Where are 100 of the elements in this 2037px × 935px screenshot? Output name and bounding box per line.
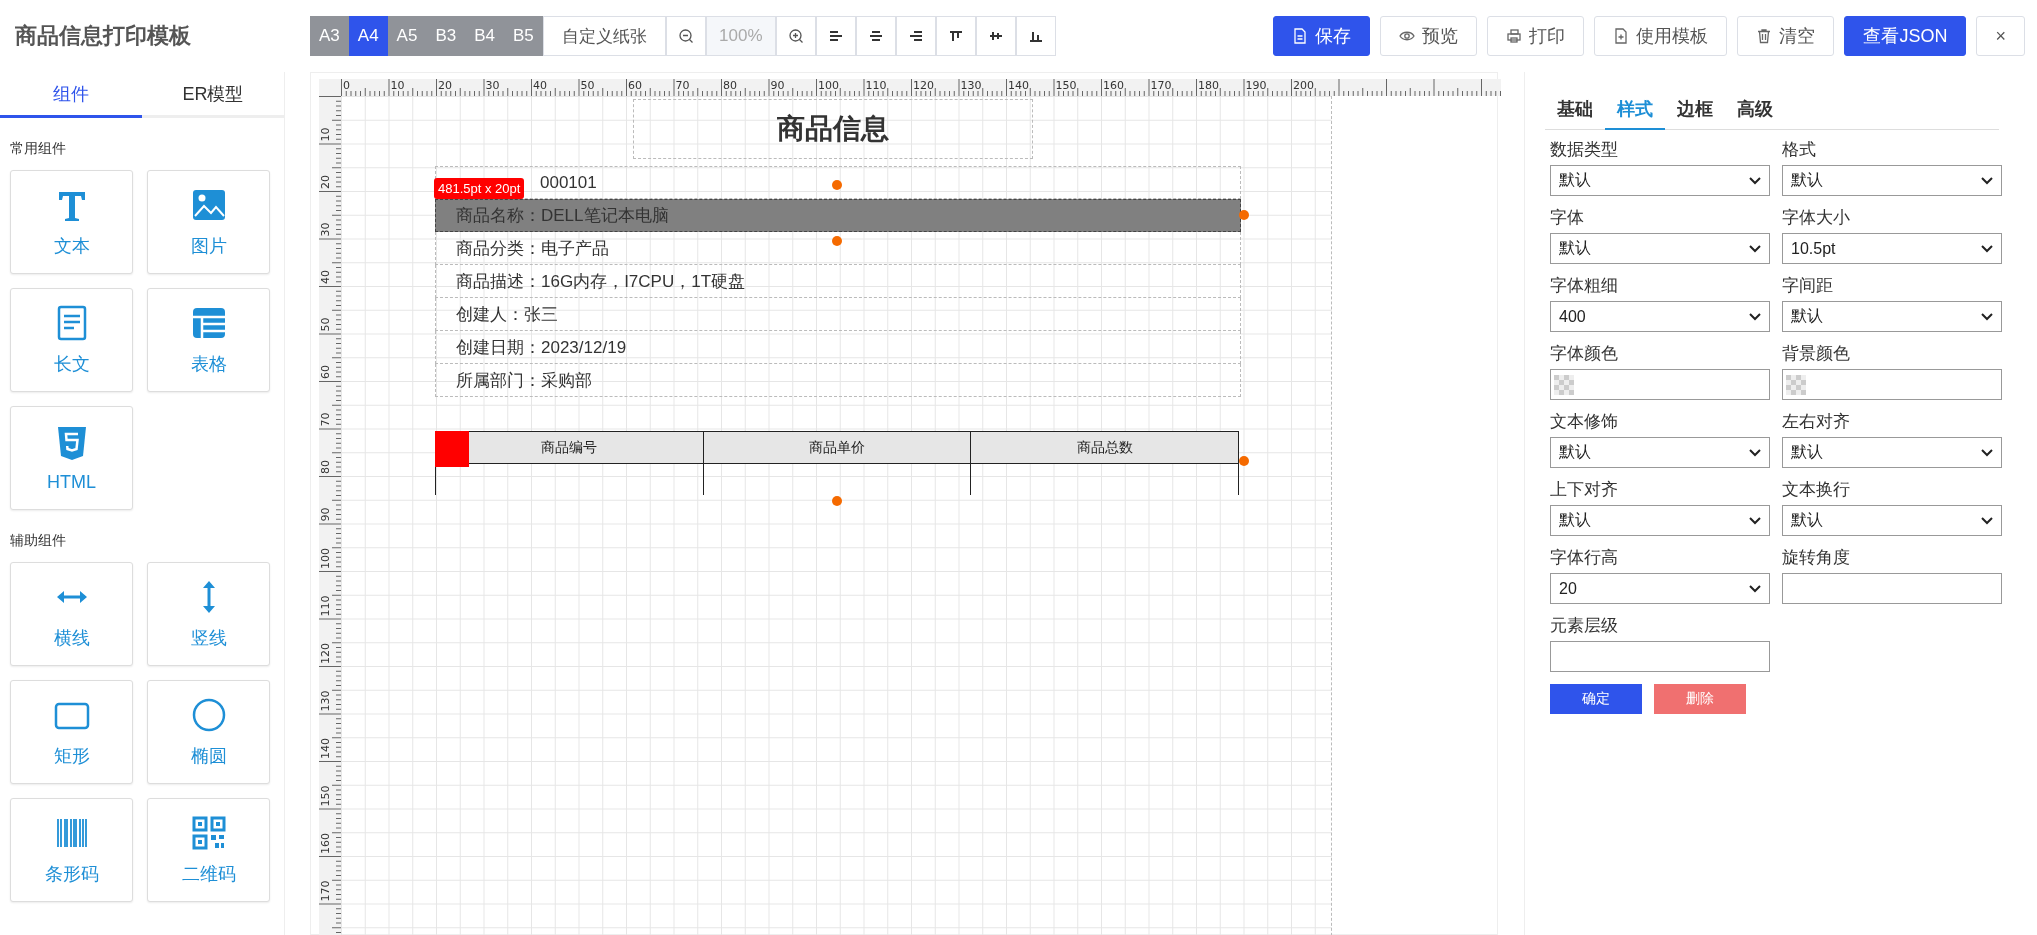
text-field-element[interactable]: 创建人：张三 <box>435 298 1241 331</box>
dropdown-field[interactable]: 400 <box>1550 301 1770 332</box>
text-field-element[interactable]: 商品描述：16G内存，I7CPU，1T硬盘 <box>435 265 1241 298</box>
ruler-label: 120 <box>319 643 332 664</box>
component-tile[interactable]: 文本 <box>10 170 133 274</box>
dropdown-field[interactable]: 默认 <box>1550 505 1770 536</box>
size-badge: 481.5pt x 20pt <box>434 178 525 199</box>
resize-handle[interactable] <box>1239 210 1249 220</box>
document-add-icon <box>1613 28 1630 44</box>
section-heading: 常用组件 <box>9 139 67 158</box>
align-bottom-button[interactable] <box>1015 16 1056 56</box>
field-label: 上下对齐 <box>1550 479 1619 501</box>
field-label: 字体粗细 <box>1550 275 1619 297</box>
ruler-label: 10 <box>319 127 332 142</box>
ruler-label: 160 <box>1103 79 1124 92</box>
sidebar-tab[interactable]: ER模型 <box>142 72 284 118</box>
ruler-label: 100 <box>818 79 839 92</box>
text-field-element[interactable]: 所属部门：采购部 <box>435 364 1241 397</box>
ruler-label: 50 <box>580 79 595 92</box>
input-field[interactable] <box>1550 641 1770 672</box>
zoom-out-button[interactable] <box>665 16 706 56</box>
print-button[interactable]: 打印 <box>1487 16 1585 56</box>
dropdown-field[interactable]: 10.5pt <box>1782 233 2002 264</box>
component-tile[interactable]: 表格 <box>147 288 270 392</box>
ruler-label: 130 <box>319 690 332 712</box>
field-label: 字间距 <box>1782 275 1834 297</box>
resize-handle[interactable] <box>1239 456 1249 466</box>
ruler-label: 60 <box>628 79 642 92</box>
sidebar-tab[interactable]: 组件 <box>0 72 142 118</box>
close-button[interactable]: × <box>1976 16 2025 56</box>
ruler-label: 110 <box>865 79 887 92</box>
dropdown-field[interactable]: 默认 <box>1782 165 2002 196</box>
dropdown-field[interactable]: 默认 <box>1782 505 2002 536</box>
dropdown-field[interactable]: 默认 <box>1550 233 1770 264</box>
ruler-label: 0 <box>343 79 350 92</box>
dropdown-field[interactable]: 默认 <box>1782 301 2002 332</box>
field-label: 字体颜色 <box>1550 343 1619 365</box>
chevron-down-icon <box>1749 312 1761 321</box>
horizontal-arrow-icon <box>56 591 87 603</box>
ruler-label: 160 <box>319 833 332 854</box>
component-tile[interactable]: 图片 <box>147 170 270 274</box>
view-json-button[interactable]: 查看JSON <box>1844 16 1967 56</box>
chevron-down-icon <box>1981 448 1993 457</box>
save-button[interactable]: 保存 <box>1273 16 1371 56</box>
ruler-label: 40 <box>533 79 547 92</box>
color-field[interactable] <box>1550 369 1770 400</box>
panel-tab[interactable]: 基础 <box>1545 90 1605 130</box>
text-field-element[interactable]: 创建日期：2023/12/19 <box>435 331 1241 364</box>
zoom-in-button[interactable] <box>775 16 816 56</box>
ruler-label: 90 <box>770 79 785 92</box>
resize-handle[interactable] <box>832 496 842 506</box>
ruler-label: 190 <box>1245 79 1267 92</box>
zoom-out-icon <box>678 29 693 43</box>
component-tile[interactable]: 横线 <box>10 562 133 666</box>
color-field[interactable] <box>1782 369 2002 400</box>
printer-icon <box>1506 28 1523 44</box>
ruler-label: 40 <box>319 270 332 284</box>
component-tile[interactable]: 矩形 <box>10 680 133 784</box>
table-drag-handle[interactable] <box>435 431 469 467</box>
align-right-button[interactable] <box>895 16 936 56</box>
vertical-arrow-icon <box>202 581 215 613</box>
ruler-label: 60 <box>319 365 332 379</box>
checkerboard-icon <box>1786 374 1806 395</box>
ruler-label: 170 <box>319 880 332 902</box>
field-label: 格式 <box>1782 139 1817 161</box>
template-title[interactable]: 商品信息 <box>633 99 1033 159</box>
confirm-button[interactable]: 确定 <box>1550 684 1642 714</box>
align-center-icon <box>868 30 883 42</box>
component-tile[interactable]: 竖线 <box>147 562 270 666</box>
custom-paper-button[interactable]: 自定义纸张 <box>542 16 666 56</box>
align-left-button[interactable] <box>815 16 856 56</box>
component-tile[interactable]: 二维码 <box>147 798 270 902</box>
preview-button[interactable]: 预览 <box>1380 16 1478 56</box>
component-tile[interactable]: HTML <box>10 406 133 510</box>
ruler-label: 70 <box>675 79 690 92</box>
align-middle-button[interactable] <box>975 16 1016 56</box>
ruler-label: 110 <box>319 595 332 617</box>
dropdown-field[interactable]: 20 <box>1550 573 1770 604</box>
dropdown-field[interactable]: 默认 <box>1550 165 1770 196</box>
panel-tab[interactable]: 样式 <box>1605 90 1665 130</box>
clear-button[interactable]: 清空 <box>1737 16 1835 56</box>
resize-handle[interactable] <box>832 236 842 246</box>
ruler-label: 170 <box>1150 79 1172 92</box>
field-label: 字体 <box>1550 207 1585 229</box>
component-tile[interactable]: 条形码 <box>10 798 133 902</box>
panel-tab[interactable]: 高级 <box>1725 90 1785 130</box>
align-center-button[interactable] <box>855 16 896 56</box>
paper-size-button[interactable]: A4 <box>348 16 388 56</box>
resize-handle[interactable] <box>832 180 842 190</box>
component-tile[interactable]: 椭圆 <box>147 680 270 784</box>
panel-tab[interactable]: 边框 <box>1665 90 1725 130</box>
table-header-cell: 商品总数 <box>970 431 1239 464</box>
align-top-button[interactable] <box>935 16 976 56</box>
dropdown-field[interactable]: 默认 <box>1782 437 2002 468</box>
use-template-button[interactable]: 使用模板 <box>1594 16 1728 56</box>
field-label: 背景颜色 <box>1782 343 1851 365</box>
component-tile[interactable]: 长文 <box>10 288 133 392</box>
dropdown-field[interactable]: 默认 <box>1550 437 1770 468</box>
field-label: 字体大小 <box>1782 207 1851 229</box>
input-field[interactable] <box>1782 573 2002 604</box>
